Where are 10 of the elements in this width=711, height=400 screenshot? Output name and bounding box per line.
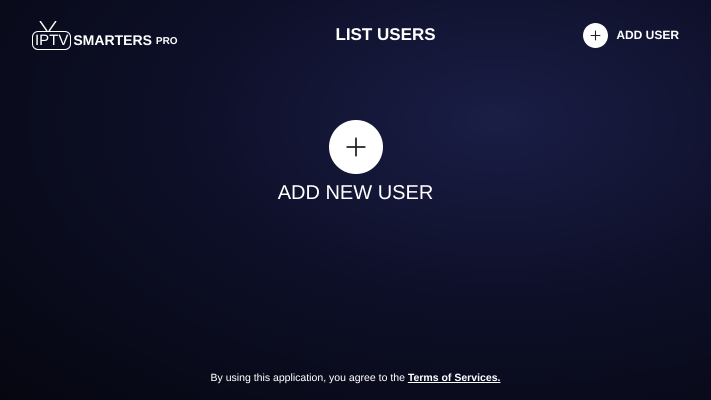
terms-notice: By using this application, you agree to the Terms of Services. xyxy=(210,371,502,386)
plus-icon xyxy=(590,30,602,40)
add-new-user-label: ADD NEW USER xyxy=(278,181,434,206)
logo-tv-text: IPTV xyxy=(35,32,68,48)
terms-link[interactable]: Terms of Services. xyxy=(408,372,500,384)
logo-suffix-text: PRO xyxy=(156,36,178,46)
page-title: LIST USERS xyxy=(335,24,436,46)
logo-brand-text: SMARTERS xyxy=(73,32,152,46)
plus-icon xyxy=(344,136,366,158)
add-user-button[interactable]: ADD USER xyxy=(579,22,679,48)
